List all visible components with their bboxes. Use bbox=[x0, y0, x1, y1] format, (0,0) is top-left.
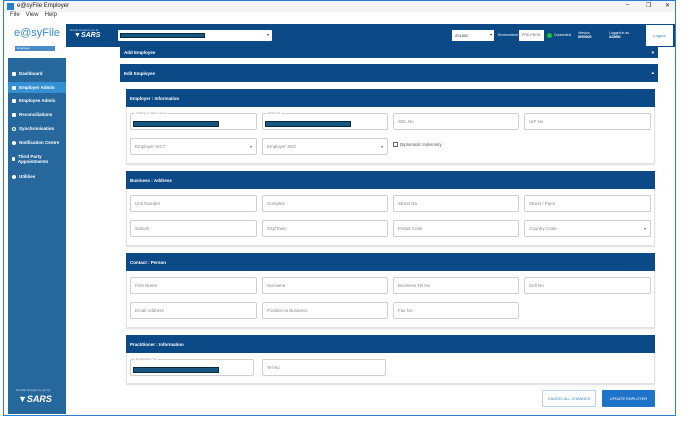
restore-button[interactable]: ❐ bbox=[646, 2, 651, 9]
paye-no-field[interactable]: PAYE No bbox=[262, 111, 388, 130]
chevron-up-icon: ▴ bbox=[651, 70, 654, 75]
sidebar-item-dashboard[interactable]: Dashboard bbox=[8, 68, 66, 79]
app-icon bbox=[7, 3, 14, 10]
redacted-value bbox=[120, 33, 205, 38]
sars-logo: ▼SARS bbox=[18, 394, 52, 404]
sidebar-item-third-party-appointments[interactable]: Third Party Appointments bbox=[8, 151, 58, 167]
complex-field[interactable]: Complex bbox=[262, 195, 388, 212]
logo-badge: Employer bbox=[15, 46, 55, 51]
status-dot-icon bbox=[547, 33, 552, 38]
practitioner-header: Practitioner : Information bbox=[126, 335, 655, 353]
cell-no-field[interactable]: Cell No bbox=[524, 277, 651, 294]
business-tel-field[interactable]: Business Tel No bbox=[393, 277, 519, 294]
environment-select[interactable]: PRE-PROD bbox=[519, 30, 544, 41]
id-card-icon bbox=[12, 98, 16, 103]
user-info: Logged in as ADMIN bbox=[609, 31, 630, 39]
sidebar-item-utilities[interactable]: Utilities bbox=[8, 171, 66, 182]
document-icon bbox=[12, 112, 16, 117]
cancel-all-changes-button[interactable]: CANCEL ALL CHANGES bbox=[542, 390, 596, 407]
suburb-field[interactable]: Suburb bbox=[130, 220, 257, 237]
chevron-down-icon: ▾ bbox=[643, 226, 646, 231]
business-address-header: Business : Address bbox=[126, 171, 655, 189]
menu-view[interactable]: View bbox=[26, 12, 39, 18]
gear-icon bbox=[12, 140, 16, 145]
top-bar: Proudly brought to you by ▼SARS ▾ 201802… bbox=[66, 24, 675, 47]
employer-select[interactable]: ▾ bbox=[118, 30, 272, 41]
trading-name-field[interactable]: Trading or Other name bbox=[130, 111, 257, 130]
year-select[interactable]: 201802 ▾ bbox=[452, 30, 494, 41]
uif-no-field[interactable]: UIF No bbox=[524, 113, 651, 130]
version-info: Version 8050520 bbox=[578, 31, 592, 39]
tel-no-field[interactable]: Tel No bbox=[262, 359, 386, 376]
sync-icon bbox=[12, 126, 16, 131]
environment-label: Environment bbox=[498, 33, 518, 37]
logo: e@syFile bbox=[14, 27, 61, 39]
contact-person-header: Contact : Person bbox=[126, 253, 655, 271]
country-code-select[interactable]: Country Code ▾ bbox=[524, 220, 651, 237]
sidebar-item-employee-admin[interactable]: Employee Admin bbox=[8, 95, 66, 106]
email-field[interactable]: Email Address bbox=[130, 302, 257, 319]
chevron-down-icon: ▾ bbox=[249, 144, 252, 149]
city-town-field[interactable]: City/Town bbox=[262, 220, 388, 237]
surname-field[interactable]: Surname bbox=[262, 277, 388, 294]
appointment-icon bbox=[12, 157, 15, 161]
unit-number-field[interactable]: Unit Number bbox=[130, 195, 257, 212]
employer-sez-select[interactable]: Employer SEZ ▾ bbox=[262, 138, 388, 155]
position-field[interactable]: Position at Business bbox=[262, 302, 388, 319]
diplomatic-indemnity-checkbox[interactable] bbox=[393, 142, 398, 147]
chevron-down-icon: ▾ bbox=[266, 32, 269, 37]
edit-employee-panel[interactable]: Edit Employee ▴ bbox=[120, 64, 658, 82]
sidebar-item-notification-centre[interactable]: Notification Centre bbox=[8, 137, 66, 148]
registration-no-field[interactable]: Registration No bbox=[130, 357, 254, 376]
chevron-down-icon: ▾ bbox=[380, 144, 383, 149]
sidebar-item-reconciliations[interactable]: Reconciliations bbox=[8, 109, 66, 120]
add-employee-panel[interactable]: Add Employee ▾ bbox=[120, 47, 658, 58]
menu-file[interactable]: File bbox=[10, 12, 20, 18]
minimize-button[interactable]: – bbox=[626, 2, 629, 8]
title-bar: e@syFile Employer – ❐ ✕ bbox=[4, 1, 675, 12]
menu-help[interactable]: Help bbox=[45, 12, 57, 18]
redacted-value bbox=[265, 121, 351, 127]
employer-info-header: Employer : Information bbox=[126, 89, 655, 107]
street-no-field[interactable]: Street No bbox=[393, 195, 519, 212]
sidebar: Dashboard Employer Admin Employee Admin … bbox=[8, 58, 66, 414]
sidebar-item-employer-admin[interactable]: Employer Admin bbox=[8, 82, 66, 93]
postal-code-field[interactable]: Postal Code bbox=[393, 220, 519, 237]
close-button[interactable]: ✕ bbox=[665, 2, 670, 9]
fax-no-field[interactable]: Fax No bbox=[393, 302, 519, 319]
home-icon bbox=[12, 71, 16, 76]
footer-tagline: Proudly brought to you by bbox=[16, 388, 51, 392]
logout-button[interactable]: Logout bbox=[646, 25, 673, 46]
chevron-down-icon: ▾ bbox=[489, 32, 492, 37]
window-title: e@syFile Employer bbox=[17, 3, 70, 9]
sidebar-item-synchronisation[interactable]: Synchronisation bbox=[8, 123, 66, 134]
redacted-value bbox=[133, 121, 219, 127]
tools-icon bbox=[12, 174, 16, 179]
street-farm-field[interactable]: Street / Farm bbox=[524, 195, 651, 212]
chevron-down-icon: ▾ bbox=[651, 49, 654, 55]
connection-status: Connected bbox=[554, 33, 571, 37]
first-name-field[interactable]: First Name bbox=[130, 277, 257, 294]
employer-sic7-select[interactable]: Employer SIC7 ▾ bbox=[130, 138, 257, 155]
sdl-no-field[interactable]: SDL No bbox=[393, 113, 519, 130]
diplomatic-indemnity-label: Diplomatic Indemnity bbox=[400, 142, 442, 147]
id-card-icon bbox=[12, 85, 16, 90]
sars-logo: ▼SARS bbox=[74, 32, 101, 39]
menu-bar: File View Help bbox=[4, 12, 675, 22]
update-employer-button[interactable]: UPDATE EMPLOYER bbox=[602, 390, 655, 407]
redacted-value bbox=[133, 367, 219, 373]
